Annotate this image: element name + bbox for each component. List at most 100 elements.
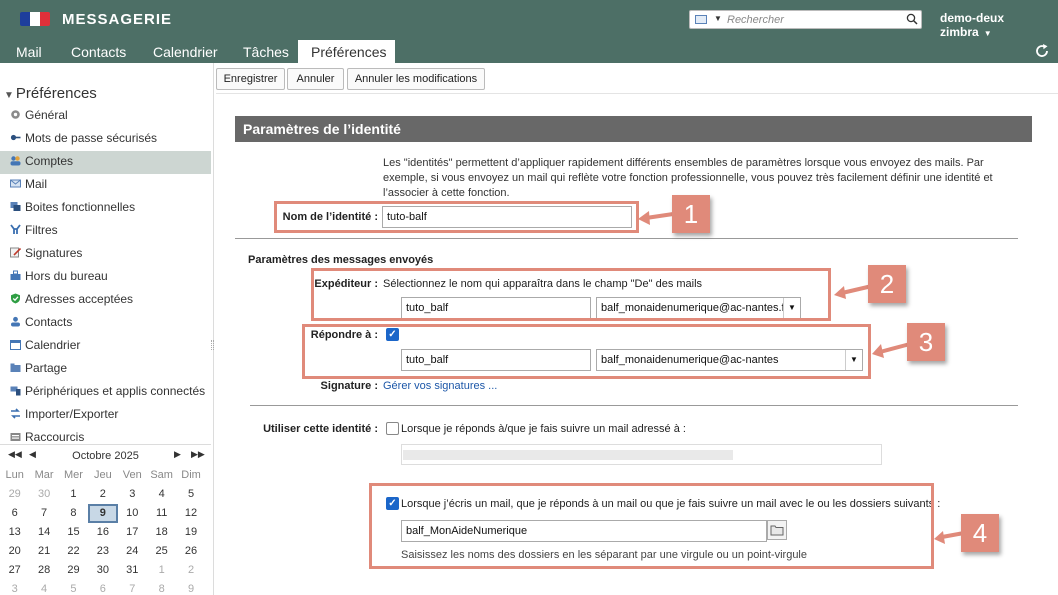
- callout-badge-1: 1: [672, 195, 710, 233]
- sidebar-item-passwords[interactable]: Mots de passe sécurisés: [0, 128, 211, 151]
- calendar-day[interactable]: 16: [88, 523, 117, 542]
- next-month-icon[interactable]: ▶: [174, 449, 181, 460]
- sidebar-item-filtres[interactable]: Filtres: [0, 220, 211, 243]
- panel-resize-handle[interactable]: [211, 340, 214, 350]
- calendar-day[interactable]: 5: [59, 580, 88, 595]
- calendar-day[interactable]: 29: [59, 561, 88, 580]
- sidebar-item-comptes[interactable]: Comptes: [0, 151, 211, 174]
- sidebar-title[interactable]: ▼ Préférences: [4, 85, 97, 102]
- gear-icon: [11, 110, 20, 119]
- search-icon[interactable]: [906, 13, 918, 25]
- sidebar-item-signatures[interactable]: Signatures: [0, 243, 211, 266]
- user-menu[interactable]: demo-deux zimbra ▼: [940, 11, 1058, 39]
- calendar-day[interactable]: 10: [118, 504, 147, 523]
- calendar-header: ◀◀ ◀ Octobre 2025 ▶ ▶▶: [0, 444, 211, 466]
- calendar-day[interactable]: 1: [147, 561, 176, 580]
- calendar-day[interactable]: 26: [176, 542, 205, 561]
- sidebar-item-partage[interactable]: Partage: [0, 358, 211, 381]
- calendar-day[interactable]: 25: [147, 542, 176, 561]
- sidebar-item-boites-fonctionnelles[interactable]: Boites fonctionnelles: [0, 197, 211, 220]
- mail-type-icon[interactable]: [695, 15, 707, 24]
- calendar-day[interactable]: 4: [147, 485, 176, 504]
- calendar-day[interactable]: 21: [29, 542, 58, 561]
- calendar-day[interactable]: 3: [0, 580, 29, 595]
- calendar-day[interactable]: 13: [0, 523, 29, 542]
- calendar-day[interactable]: 22: [59, 542, 88, 561]
- calendar-day[interactable]: 5: [176, 485, 205, 504]
- calendar-day[interactable]: 7: [29, 504, 58, 523]
- toolbar-divider: [216, 93, 1058, 94]
- filter-icon: [10, 224, 21, 234]
- calendar-day[interactable]: 6: [0, 504, 29, 523]
- tab-mail[interactable]: Mail: [8, 40, 50, 63]
- addresses-list-field[interactable]: [401, 444, 882, 465]
- callout-box-3: [302, 324, 871, 379]
- collapse-arrow-icon[interactable]: ▼: [4, 90, 14, 101]
- calendar-day[interactable]: 11: [147, 504, 176, 523]
- calendar-day[interactable]: 8: [147, 580, 176, 595]
- sidebar-item-hors-du-bureau[interactable]: Hors du bureau: [0, 266, 211, 289]
- tab-preferences[interactable]: Préférences: [298, 40, 395, 63]
- key-icon: [10, 134, 21, 141]
- sidebar-item-peripheriques[interactable]: Périphériques et applis connectés: [0, 381, 211, 404]
- next-year-icon[interactable]: ▶▶: [191, 449, 205, 460]
- calendar-day[interactable]: 17: [118, 523, 147, 542]
- calendar-day[interactable]: 14: [29, 523, 58, 542]
- sidebar-item-importer-exporter[interactable]: Importer/Exporter: [0, 404, 211, 427]
- accounts-icon: [10, 156, 21, 166]
- cancel-button[interactable]: Annuler: [287, 68, 344, 90]
- calendar-day[interactable]: 30: [29, 485, 58, 504]
- weekday-label: Lun: [5, 469, 24, 481]
- shield-icon: [11, 293, 20, 304]
- tab-contacts[interactable]: Contacts: [63, 40, 134, 63]
- calendar-day[interactable]: 20: [0, 542, 29, 561]
- section-title: Paramètres de l’identité: [235, 116, 1032, 142]
- calendar-day[interactable]: 7: [118, 580, 147, 595]
- save-button[interactable]: Enregistrer: [216, 68, 285, 90]
- use-when-replying-checkbox[interactable]: [386, 422, 399, 435]
- calendar-day[interactable]: 18: [147, 523, 176, 542]
- calendar-day[interactable]: 19: [176, 523, 205, 542]
- calendar-day[interactable]: 23: [88, 542, 117, 561]
- calendar-day[interactable]: 31: [118, 561, 147, 580]
- sidebar-item-calendrier[interactable]: Calendrier: [0, 335, 211, 358]
- tab-calendrier[interactable]: Calendrier: [145, 40, 226, 63]
- calendar-day[interactable]: 27: [0, 561, 29, 580]
- search-box[interactable]: ▼ Rechercher: [689, 10, 922, 29]
- sidebar-item-general[interactable]: Général: [0, 105, 211, 128]
- search-placeholder[interactable]: Rechercher: [727, 14, 784, 26]
- import-export-icon: [11, 408, 20, 419]
- calendar-week-row: 6 7 8 9 10 11 12: [0, 504, 211, 523]
- calendar-day[interactable]: 12: [176, 504, 205, 523]
- calendar-day[interactable]: 8: [59, 504, 88, 523]
- calendar-day[interactable]: 2: [88, 485, 117, 504]
- sidebar-item-mail[interactable]: Mail: [0, 174, 211, 197]
- undo-changes-button[interactable]: Annuler les modifications: [347, 68, 485, 90]
- weekday-label: Mar: [34, 469, 54, 481]
- calendar-day[interactable]: 1: [59, 485, 88, 504]
- calendar-day[interactable]: 24: [118, 542, 147, 561]
- calendar-day-today[interactable]: 9: [88, 504, 118, 523]
- calendar-day[interactable]: 9: [176, 580, 205, 595]
- sidebar-item-adresses-acceptees[interactable]: Adresses acceptées: [0, 289, 211, 312]
- shortcuts-icon: [10, 433, 21, 441]
- calendar-day[interactable]: 3: [118, 485, 147, 504]
- calendar-day[interactable]: 6: [88, 580, 117, 595]
- sidebar-nav: Général Mots de passe sécurisés Comptes …: [0, 105, 211, 450]
- refresh-icon[interactable]: [1034, 43, 1050, 59]
- chevron-down-icon[interactable]: ▼: [984, 29, 992, 38]
- manage-signatures-link[interactable]: Gérer vos signatures ...: [383, 380, 497, 392]
- calendar-day[interactable]: 28: [29, 561, 58, 580]
- signature-icon: [10, 247, 21, 258]
- divider: [235, 238, 1018, 239]
- sidebar-item-contacts[interactable]: Contacts: [0, 312, 211, 335]
- calendar-week-row: 13 14 15 16 17 18 19: [0, 523, 211, 542]
- calendar-day[interactable]: 29: [0, 485, 29, 504]
- user-name[interactable]: demo-deux zimbra: [940, 11, 1004, 39]
- calendar-day[interactable]: 30: [88, 561, 117, 580]
- tab-taches[interactable]: Tâches: [235, 40, 297, 63]
- calendar-day[interactable]: 2: [176, 561, 205, 580]
- calendar-day[interactable]: 4: [29, 580, 58, 595]
- chevron-down-icon[interactable]: ▼: [714, 14, 722, 23]
- calendar-day[interactable]: 15: [59, 523, 88, 542]
